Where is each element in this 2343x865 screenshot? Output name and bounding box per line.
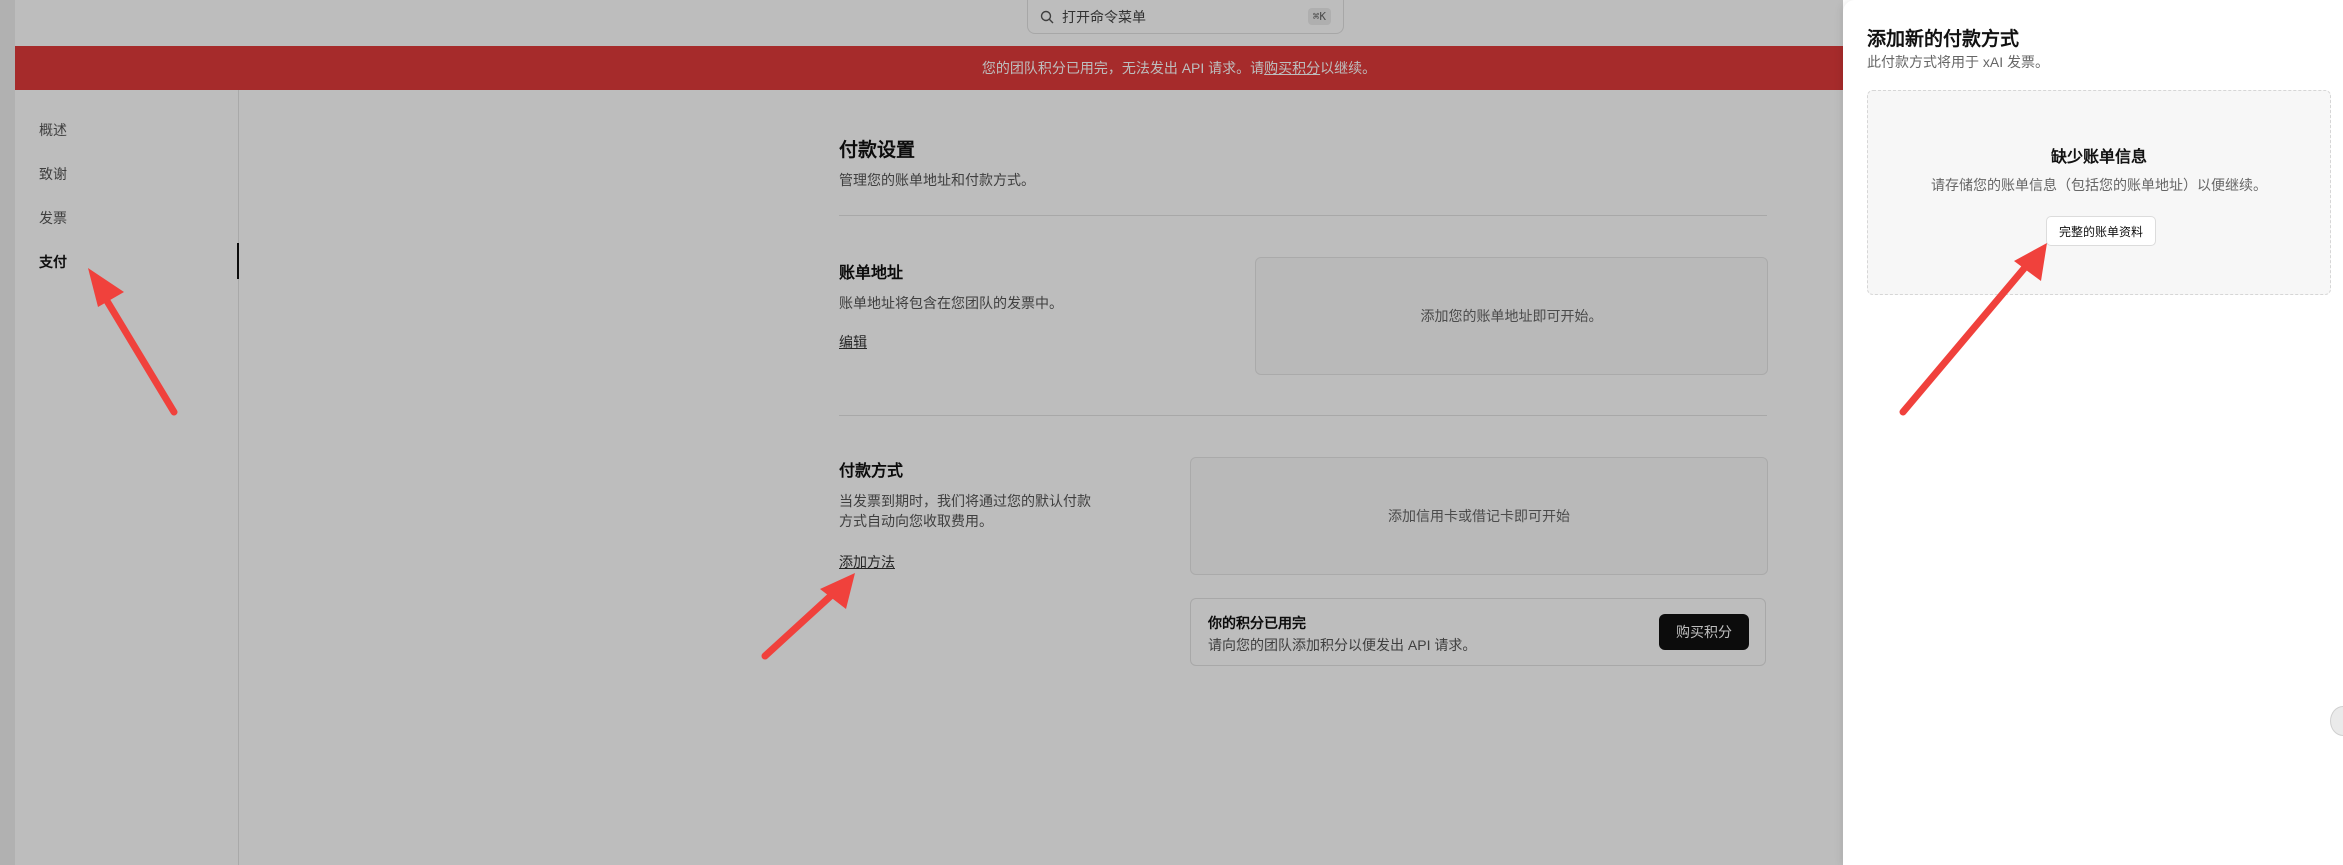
complete-billing-profile-button[interactable]: 完整的账单资料	[2046, 216, 2157, 246]
missing-billing-info-box: 缺少账单信息 请存储您的账单信息（包括您的账单地址）以便继续。 完整的账单资料	[1867, 90, 2331, 295]
missing-billing-title: 缺少账单信息	[2050, 149, 2147, 166]
drawer-title: 添加新的付款方式	[1867, 29, 2020, 50]
drawer-subtitle: 此付款方式将用于 xAI 发票。	[1867, 54, 2050, 70]
modal-backdrop[interactable]	[0, 0, 1843, 865]
missing-billing-description: 请存储您的账单信息（包括您的账单地址）以便继续。	[1931, 177, 2267, 193]
add-payment-method-drawer: 添加新的付款方式 此付款方式将用于 xAI 发票。 缺少账单信息 请存储您的账单…	[1843, 0, 2343, 865]
